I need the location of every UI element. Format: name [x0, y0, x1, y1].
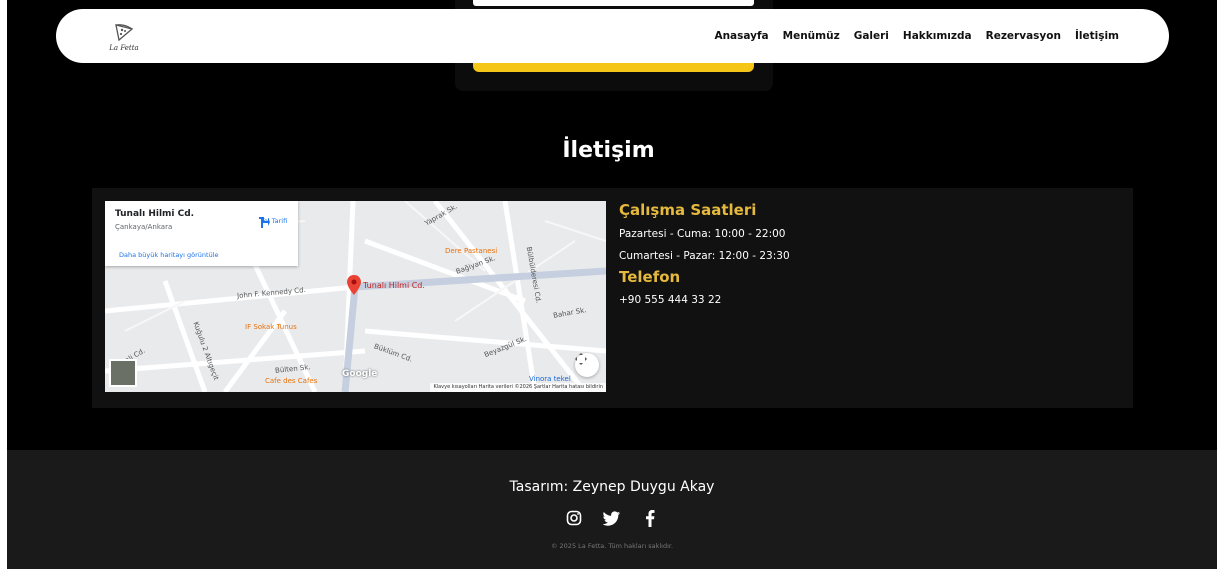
nav-link-gallery[interactable]: Galeri — [854, 30, 889, 42]
copyright: © 2025 La Fetta. Tüm hakları saklıdır. — [550, 542, 674, 550]
contact-info: Çalışma Saatleri Pazartesi - Cuma: 10:00… — [619, 201, 790, 306]
nav-links: Anasayfa Menümüz Galeri Hakkımızda Rezer… — [714, 30, 1119, 42]
map-label-dere: Dere Pastanesi — [445, 247, 498, 255]
map-label-cafe: Cafe des Cafes — [265, 377, 318, 385]
reservation-input[interactable] — [473, 0, 754, 6]
nav-link-reservation[interactable]: Rezervasyon — [986, 30, 1061, 42]
map-label-vinera: Vinora tekel — [529, 375, 571, 383]
map-label-sokak: IF Sokak Tunus — [245, 323, 297, 331]
map-info-card: Tunalı Hilmi Cd. Çankaya/Ankara Daha büy… — [105, 201, 298, 266]
nav-link-contact[interactable]: İletişim — [1075, 30, 1119, 42]
map-attribution[interactable]: Klavye kısayolları Harita verileri ©2026… — [430, 383, 606, 392]
phone-number: +90 555 444 33 22 — [619, 294, 722, 306]
fullscreen-button[interactable] — [575, 353, 599, 377]
footer-credit: Tasarım: Zeynep Duygu Akay — [509, 479, 715, 495]
brand-logo[interactable]: La Fetta — [104, 16, 144, 56]
nav-link-menu[interactable]: Menümüz — [783, 30, 840, 42]
nav-link-about[interactable]: Hakkımızda — [903, 30, 972, 42]
directions-icon — [259, 217, 270, 228]
nav-link-home[interactable]: Anasayfa — [714, 30, 768, 42]
phone-heading: Telefon — [619, 268, 681, 286]
hours-heading: Çalışma Saatleri — [619, 201, 757, 219]
embedded-map[interactable]: John F. Kennedy Cd. Dere Pastanesi Bağiy… — [105, 201, 606, 392]
weekday-hours: Pazartesi - Cuma: 10:00 - 22:00 — [619, 228, 786, 240]
satellite-toggle[interactable] — [109, 359, 137, 387]
footer: Tasarım: Zeynep Duygu Akay © 2025 La Fet… — [7, 450, 1217, 569]
twitter-icon[interactable] — [603, 509, 621, 527]
fullscreen-icon — [575, 353, 587, 365]
directions-button[interactable]: Yol Tarifi — [257, 215, 291, 228]
pizza-slice-icon — [115, 23, 134, 41]
page-edge — [0, 0, 7, 569]
weekend-hours: Cumartesi - Pazar: 12:00 - 23:30 — [619, 250, 790, 262]
bigger-map-link[interactable]: Daha büyük haritayı görüntüle — [119, 251, 219, 259]
facebook-icon[interactable] — [641, 509, 659, 527]
google-logo: Google — [342, 369, 378, 379]
social-links — [7, 509, 1217, 527]
navbar: La Fetta Anasayfa Menümüz Galeri Hakkımı… — [56, 9, 1169, 63]
map-pin-label: Tunalı Hilmi Cd. — [363, 281, 425, 290]
logo-text: La Fetta — [109, 43, 139, 52]
instagram-icon[interactable] — [565, 509, 583, 527]
map-pin-icon — [347, 275, 361, 295]
section-title: İletişim — [562, 138, 655, 163]
